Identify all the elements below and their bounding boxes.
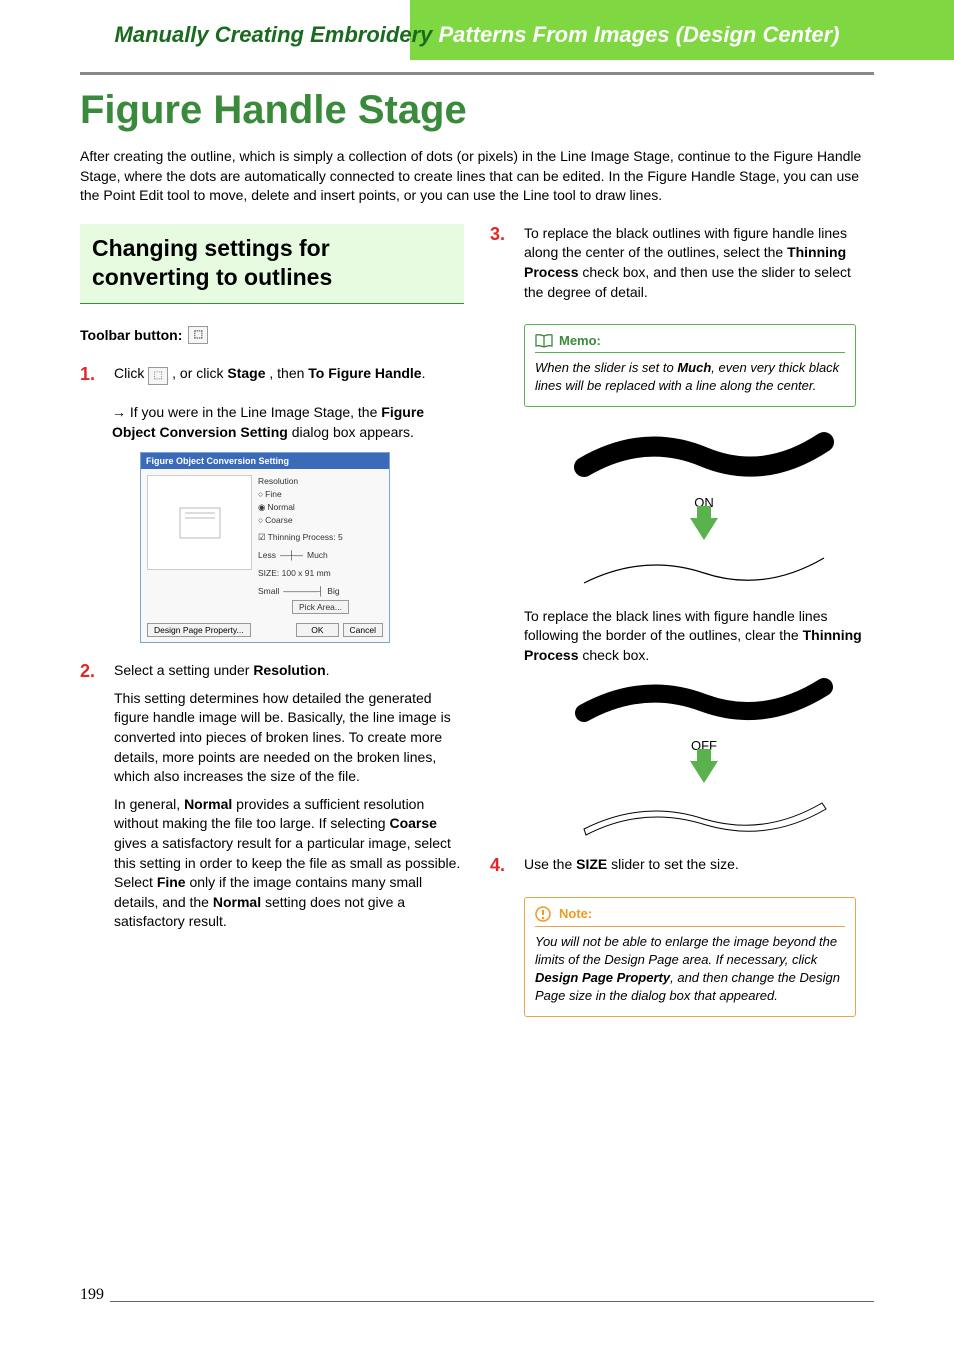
step-3: 3. To replace the black outlines with fi… (490, 224, 874, 310)
dlg-thinning-check[interactable]: ☑ Thinning Process: 5 (258, 531, 383, 544)
t: dialog box appears. (288, 424, 414, 440)
t: Less (258, 549, 276, 562)
t: Normal (267, 501, 294, 514)
t: Fine (265, 488, 282, 501)
step-body: Use the SIZE slider to set the size. (524, 855, 739, 883)
t: Big (327, 585, 339, 598)
t: Much (307, 549, 328, 562)
step-body: Click ⬚ , or click Stage , then To Figur… (114, 364, 426, 393)
t: Click (114, 365, 148, 381)
t: Thinning Process: 5 (268, 531, 343, 544)
note-title: Note: (559, 906, 592, 921)
dlg-design-page-property-button[interactable]: Design Page Property... (147, 623, 251, 637)
header-rule (80, 72, 874, 75)
t: SIZE (576, 856, 607, 872)
dlg-radio-normal[interactable]: ◉ Normal (258, 501, 383, 514)
t: To replace the black lines with figure h… (524, 608, 828, 644)
thick-wave-icon (564, 675, 844, 730)
memo-header: Memo: (535, 333, 845, 353)
thick-wave-icon (564, 427, 844, 487)
dlg-ok-button[interactable]: OK (296, 623, 338, 637)
t: Use the (524, 856, 576, 872)
memo-body: When the slider is set to Much, even ver… (535, 359, 845, 395)
arrow-down-icon (690, 518, 718, 540)
breadcrumb-title: Manually Creating Embroidery Patterns Fr… (80, 22, 874, 52)
t: Fine (157, 874, 186, 890)
footer-rule (80, 1301, 874, 1302)
step-number: 1. (80, 364, 102, 393)
t: Select a setting under (114, 662, 253, 678)
dlg-radio-fine[interactable]: ○ Fine (258, 488, 383, 501)
step-body: Select a setting under Resolution. This … (114, 661, 464, 940)
arrow-down-icon (690, 761, 718, 783)
book-icon (535, 334, 553, 348)
t: This setting determines how detailed the… (114, 689, 464, 787)
memo-title: Memo: (559, 333, 601, 348)
step-1-result: → If you were in the Line Image Stage, t… (112, 403, 464, 442)
t: Much (677, 360, 711, 375)
step-body: To replace the black outlines with figur… (524, 224, 874, 310)
dlg-radio-coarse[interactable]: ○ Coarse (258, 514, 383, 527)
t: slider to set the size. (607, 856, 739, 872)
figure-handle-icon: ⬚ (188, 326, 208, 344)
step-3-continued: To replace the black lines with figure h… (524, 607, 874, 666)
t: When the slider is set to (535, 360, 677, 375)
figure-handle-icon: ⬚ (148, 367, 168, 385)
dlg-thinning-slider[interactable]: Less —┼— Much (258, 549, 383, 562)
t: Small (258, 585, 279, 598)
t: → If you were in the Line Image Stage, t… (112, 404, 381, 420)
t: . (326, 662, 330, 678)
t: Resolution (253, 662, 325, 678)
step-4: 4. Use the SIZE slider to set the size. (490, 855, 874, 883)
dialog-screenshot: Figure Object Conversion Setting Resolut… (140, 452, 390, 643)
intro-paragraph: After creating the outline, which is sim… (80, 147, 874, 206)
step-number: 3. (490, 224, 512, 310)
thin-wave-icon (564, 548, 844, 593)
step-number: 2. (80, 661, 102, 940)
t: You will not be able to enlarge the imag… (535, 934, 837, 967)
step-number: 4. (490, 855, 512, 883)
dlg-pick-area-button[interactable]: Pick Area... (292, 600, 349, 614)
subheading: Changing settings for converting to outl… (92, 234, 452, 292)
dlg-resolution-label: Resolution (258, 475, 383, 488)
dlg-size-slider[interactable]: Small ————┤ Big (258, 585, 383, 598)
diagram-off: OFF (534, 675, 874, 841)
t: , or click (172, 365, 227, 381)
t: . (422, 365, 426, 381)
t: To Figure Handle (308, 365, 421, 381)
page-title: Figure Handle Stage (80, 88, 874, 133)
toolbar-text: Toolbar button: (80, 327, 182, 343)
note-body: You will not be able to enlarge the imag… (535, 933, 845, 1006)
subheading-box: Changing settings for converting to outl… (80, 224, 464, 305)
t: In general, (114, 796, 184, 812)
dlg-size-label: SIZE: 100 x 91 mm (258, 567, 383, 580)
t: Normal (213, 894, 261, 910)
page-number: 199 (80, 1286, 110, 1304)
alert-icon (535, 906, 553, 922)
dialog-preview (147, 475, 252, 570)
t: Coarse (389, 815, 436, 831)
t: Stage (227, 365, 265, 381)
t: Design Page Property (535, 970, 670, 985)
t: Coarse (265, 514, 292, 527)
t: check box. (578, 647, 649, 663)
note-header: Note: (535, 906, 845, 927)
t: , then (269, 365, 308, 381)
memo-callout: Memo: When the slider is set to Much, ev… (524, 324, 856, 406)
dlg-cancel-button[interactable]: Cancel (343, 623, 383, 637)
dialog-title: Figure Object Conversion Setting (141, 453, 389, 469)
t: Normal (184, 796, 232, 812)
step-2: 2. Select a setting under Resolution. Th… (80, 661, 464, 940)
diagram-on: ON (534, 427, 874, 593)
step-1: 1. Click ⬚ , or click Stage , then To Fi… (80, 364, 464, 393)
toolbar-button-label: Toolbar button: ⬚ (80, 326, 464, 344)
outline-wave-icon (564, 791, 844, 841)
note-callout: Note: You will not be able to enlarge th… (524, 897, 856, 1017)
